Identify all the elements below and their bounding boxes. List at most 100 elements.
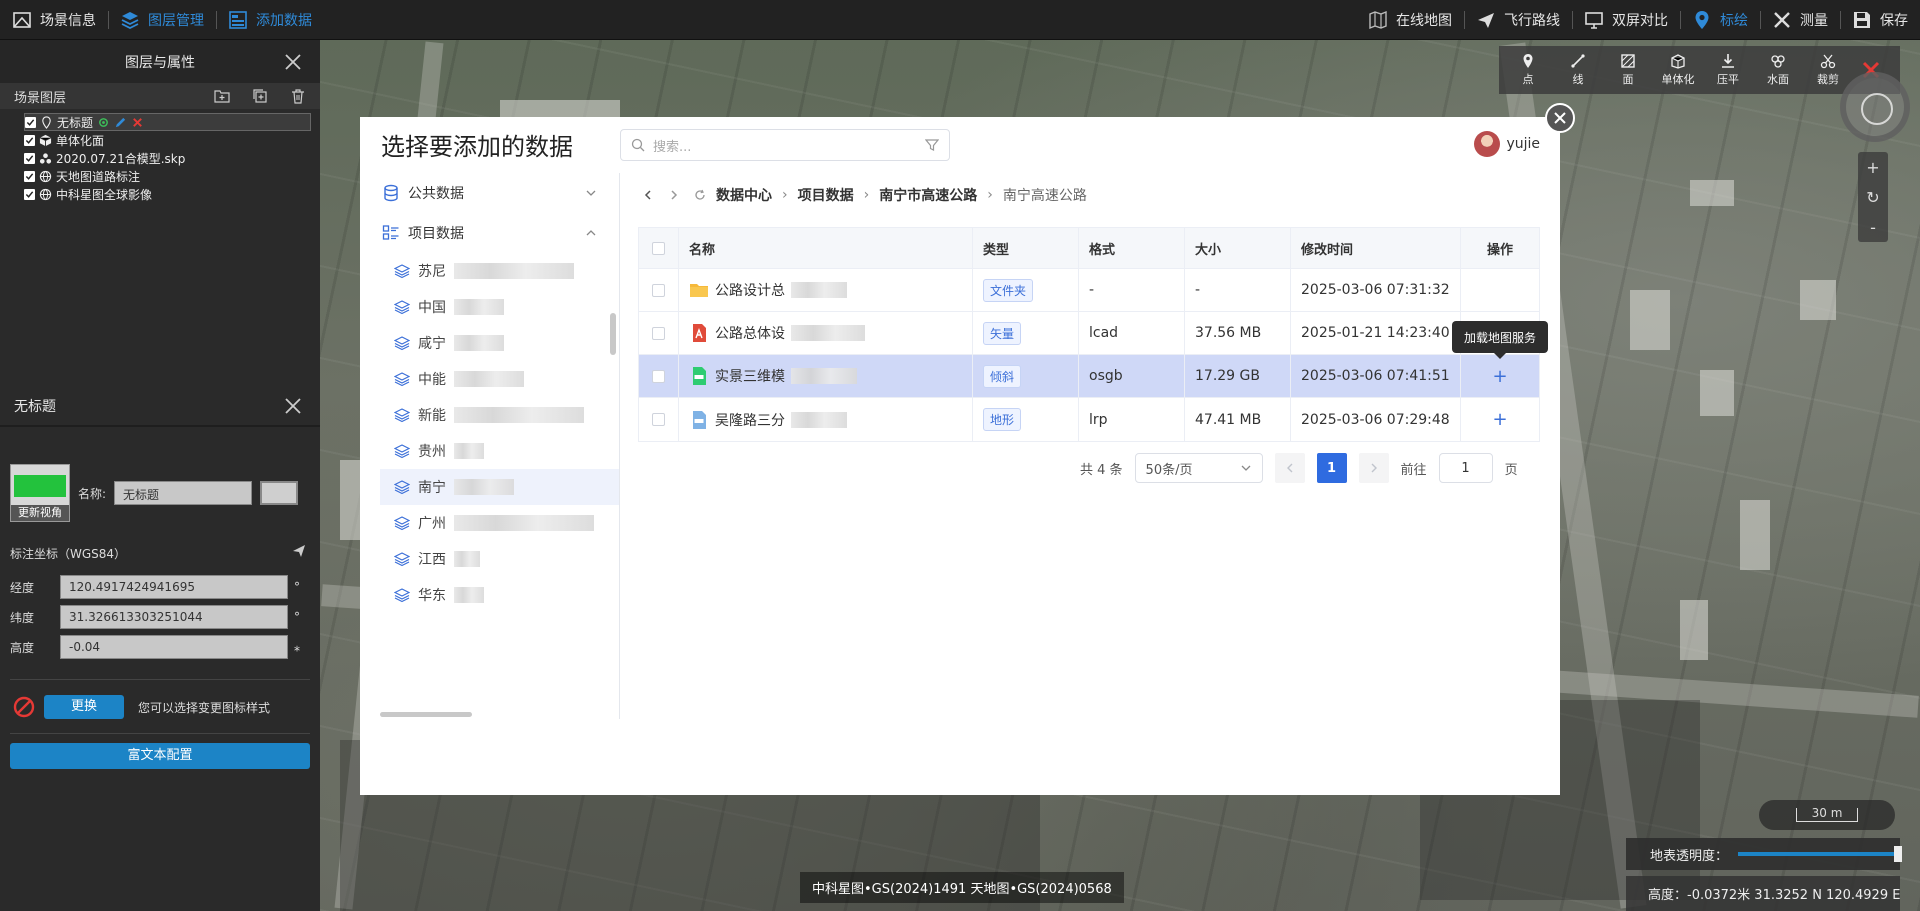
forward-icon[interactable] <box>668 189 680 201</box>
latitude-input[interactable]: 31.326613303251044 <box>60 605 288 629</box>
page-size-select[interactable]: 50条/页 <box>1134 453 1263 483</box>
prev-page-button[interactable] <box>1274 453 1305 483</box>
sidebar-horizontal-scrollbar[interactable] <box>380 712 472 717</box>
next-page-button[interactable] <box>1358 453 1389 483</box>
project-data-group[interactable]: 项目数据 <box>380 213 619 253</box>
breadcrumb-item[interactable]: 项目数据 <box>798 185 854 205</box>
table-row[interactable]: 吴隆路三分 地形 lrp 47.41 MB 2025-03-06 07:29:4… <box>639 398 1539 441</box>
plot-tool-monomer[interactable]: 单体化 <box>1653 53 1703 87</box>
back-icon[interactable] <box>642 189 654 201</box>
row-checkbox[interactable] <box>652 413 665 426</box>
breadcrumb-item[interactable]: 数据中心 <box>716 185 772 205</box>
column-header[interactable]: 格式 <box>1079 228 1185 268</box>
surface-opacity-slider[interactable] <box>1738 846 1903 862</box>
column-header[interactable]: 名称 <box>679 228 973 268</box>
flatten-icon <box>1722 54 1734 68</box>
column-header[interactable]: 修改时间 <box>1291 228 1461 268</box>
project-item[interactable]: 江西 <box>380 541 619 577</box>
add-folder-icon[interactable] <box>214 88 230 104</box>
plot-tool-line[interactable]: 线 <box>1553 53 1603 87</box>
public-data-group[interactable]: 公共数据 <box>380 173 619 213</box>
layer-checkbox[interactable] <box>24 170 35 182</box>
reset-view-button[interactable]: ↻ <box>1866 188 1879 207</box>
project-item[interactable]: 新能 <box>380 397 619 433</box>
table-row[interactable]: 公路总体设 矢量 lcad 37.56 MB 2025-01-21 14:23:… <box>639 312 1539 355</box>
change-icon-button[interactable]: 更换 <box>44 695 124 719</box>
layer-item-road-labels[interactable]: 天地图道路标注 <box>24 167 320 185</box>
plot-tool-flatten[interactable]: 压平 <box>1703 53 1753 87</box>
compass-widget[interactable] <box>1840 72 1910 142</box>
refresh-icon[interactable] <box>694 189 706 201</box>
project-item[interactable]: 华东 <box>380 577 619 613</box>
project-item-active[interactable]: 南宁 <box>380 469 619 505</box>
search-input[interactable]: 搜索... <box>620 129 950 161</box>
layer-checkbox[interactable] <box>24 134 35 146</box>
row-checkbox[interactable] <box>652 326 665 340</box>
properties-title: 无标题 <box>14 399 56 415</box>
layer-checkbox[interactable] <box>25 116 36 128</box>
load-map-service-button[interactable]: + <box>1492 409 1507 430</box>
filter-icon[interactable] <box>925 138 939 152</box>
altitude-input[interactable]: -0.04 <box>60 635 288 659</box>
select-all-checkbox[interactable] <box>652 241 665 255</box>
plot-tool-water[interactable]: 水面 <box>1753 53 1803 87</box>
layer-checkbox[interactable] <box>24 152 35 164</box>
zoom-in-button[interactable]: + <box>1866 158 1879 177</box>
column-header[interactable]: 类型 <box>973 228 1079 268</box>
page-button-current[interactable]: 1 <box>1316 453 1347 483</box>
goto-page-input[interactable]: 1 <box>1438 453 1493 483</box>
project-item[interactable]: 苏尼 <box>380 253 619 289</box>
layer-item-monomer[interactable]: 单体化面 <box>24 131 320 149</box>
plot-button[interactable]: 标绘 <box>1680 0 1760 39</box>
sidebar-scrollbar[interactable] <box>610 313 616 355</box>
flight-route-button[interactable]: 飞行路线 <box>1464 0 1572 39</box>
project-item[interactable]: 中国 <box>380 289 619 325</box>
layer-item-global-imagery[interactable]: 中科星图全球影像 <box>24 185 320 203</box>
project-item[interactable]: 中能 <box>380 361 619 397</box>
locate-icon[interactable] <box>97 116 110 129</box>
close-icon[interactable] <box>284 397 302 415</box>
table-row-selected[interactable]: 实景三维模 倾斜 osgb 17.29 GB 2025-03-06 07:41:… <box>639 355 1539 398</box>
load-map-service-button[interactable]: + <box>1492 366 1507 387</box>
dialog-close-button[interactable] <box>1545 103 1575 133</box>
breadcrumb-item[interactable]: 南宁市高速公路 <box>879 185 977 205</box>
tab-layer-management[interactable]: 图层管理 <box>108 0 216 39</box>
dual-screen-button[interactable]: 双屏对比 <box>1572 0 1680 39</box>
measure-button[interactable]: 测量 <box>1760 0 1840 39</box>
project-item[interactable]: 贵州 <box>380 433 619 469</box>
dual-screen-label: 双屏对比 <box>1612 12 1668 29</box>
project-item[interactable]: 咸宁 <box>380 325 619 361</box>
edit-icon[interactable] <box>114 116 127 129</box>
view-thumbnail[interactable]: 更新视角 <box>10 464 70 522</box>
slider-knob[interactable] <box>1894 846 1903 862</box>
layer-item-model[interactable]: 2020.07.21合模型.skp <box>24 149 320 167</box>
color-swatch[interactable] <box>260 481 299 505</box>
column-header[interactable]: 大小 <box>1185 228 1291 268</box>
database-icon <box>384 184 398 202</box>
tab-scene-info[interactable]: 场景信息 <box>0 0 108 39</box>
online-map-button[interactable]: 在线地图 <box>1356 0 1464 39</box>
plot-tool-clip[interactable]: 裁剪 <box>1803 53 1853 87</box>
user-menu[interactable]: yujie <box>1474 131 1540 157</box>
copy-layer-icon[interactable] <box>252 88 268 104</box>
close-icon[interactable] <box>284 53 302 71</box>
delete-layer-icon[interactable] <box>290 88 306 104</box>
globe-icon <box>39 170 52 182</box>
table-row[interactable]: 公路设计总 文件夹 - - 2025-03-06 07:31:32 <box>639 269 1539 312</box>
layer-checkbox[interactable] <box>24 188 35 200</box>
row-select-cell <box>639 312 679 354</box>
name-input[interactable]: 无标题 <box>114 481 253 505</box>
plot-tool-point[interactable]: 点 <box>1503 53 1553 87</box>
save-button[interactable]: 保存 <box>1840 0 1920 39</box>
plot-tool-polygon[interactable]: 面 <box>1603 53 1653 87</box>
row-checkbox[interactable] <box>652 369 665 383</box>
send-location-icon[interactable] <box>292 544 306 558</box>
rich-text-config-button[interactable]: 富文本配置 <box>10 743 310 769</box>
project-item[interactable]: 广州 <box>380 505 619 541</box>
row-checkbox[interactable] <box>652 283 665 297</box>
zoom-out-button[interactable]: - <box>1870 218 1876 237</box>
layer-item-untitled[interactable]: 无标题 <box>24 113 311 131</box>
longitude-input[interactable]: 120.4917424941695 <box>60 575 288 599</box>
delete-icon[interactable] <box>131 116 144 129</box>
tab-add-data[interactable]: 添加数据 <box>216 0 324 39</box>
